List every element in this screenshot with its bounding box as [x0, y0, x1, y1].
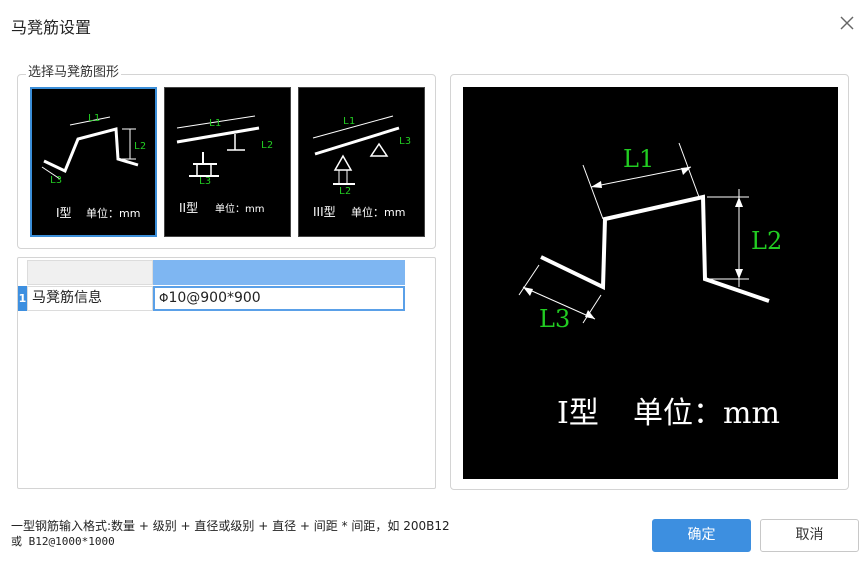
shape-group: 选择马凳筋图形 L1 L2 L3 I型 单位：mm L1 L2 L3 II型 单…	[17, 65, 436, 249]
row-value-cell[interactable]: Φ10@900*900	[153, 286, 405, 311]
dialog-titlebar: 马凳筋设置	[0, 0, 862, 50]
grid-header-value[interactable]	[153, 260, 405, 285]
shape-1-dim-l2: L2	[134, 141, 146, 152]
preview-type-label: I型	[557, 396, 599, 431]
hint-line-2: 或 B12@1000*1000	[11, 535, 115, 548]
shape-3-unit-label: 单位：mm	[351, 205, 405, 219]
cancel-button[interactable]: 取消	[760, 519, 859, 552]
close-icon	[840, 16, 854, 30]
shape-2-unit-label: 单位：mm	[215, 202, 264, 215]
shape-3-drawing: L1 L3 L2 III型 单位：mm	[312, 115, 411, 219]
shape-3-dim-l1: L1	[343, 116, 355, 127]
ok-button[interactable]: 确定	[652, 519, 751, 552]
row-value-text: 10@900*900	[168, 290, 261, 306]
preview-dim-l3: L3	[539, 305, 570, 333]
shape-3-type-label: III型	[313, 205, 336, 219]
hint-line-1: 一型钢筋输入格式:数量 + 级别 + 直径或级别 + 直径 + 间距 * 间距，…	[11, 519, 450, 533]
row-name-cell: 马凳筋信息	[27, 286, 153, 311]
shape-option-type-2[interactable]: L1 L2 L3 II型 单位：mm	[164, 87, 291, 237]
shape-2-type-label: II型	[179, 201, 198, 215]
preview-panel: L1 L2 L3 I型 单位：mm	[450, 74, 849, 490]
shape-2-drawing: L1 L2 L3 II型 单位：mm	[176, 115, 273, 215]
shape-1-unit-label: 单位：mm	[86, 206, 140, 220]
shape-3-dim-l3: L3	[399, 136, 411, 147]
shape-1-dim-l1: L1	[88, 113, 100, 124]
shape-2-dim-l2: L2	[261, 140, 273, 151]
shape-1-drawing: L1 L2 L3 I型 单位：mm	[41, 113, 146, 220]
close-button[interactable]	[838, 14, 856, 32]
shape-1-type-label: I型	[56, 206, 72, 220]
shape-option-type-3[interactable]: L1 L3 L2 III型 单位：mm	[298, 87, 425, 237]
shape-2-dim-l1: L1	[209, 118, 221, 129]
shape-2-dim-l3: L3	[199, 176, 211, 187]
shape-group-label: 选择马凳筋图形	[26, 65, 122, 81]
shape-3-dim-l2: L2	[339, 186, 351, 197]
shape-1-dim-l3: L3	[50, 175, 62, 186]
shape-option-type-1[interactable]: L1 L2 L3 I型 单位：mm	[30, 87, 157, 237]
preview-dim-l1: L1	[623, 145, 654, 173]
grid-header-name	[27, 260, 153, 285]
row-number[interactable]: 1	[18, 286, 27, 311]
property-grid: 1 马凳筋信息 Φ10@900*900	[17, 257, 436, 489]
preview-unit-label: 单位：mm	[633, 396, 780, 431]
input-format-hint: 一型钢筋输入格式:数量 + 级别 + 直径或级别 + 直径 + 间距 * 间距，…	[11, 518, 611, 550]
dialog-title: 马凳筋设置	[11, 18, 92, 37]
preview-canvas: L1 L2 L3 I型 单位：mm	[463, 87, 838, 479]
preview-drawing: L1 L2 L3 I型 单位：mm	[518, 142, 782, 431]
preview-dim-l2: L2	[751, 227, 782, 255]
